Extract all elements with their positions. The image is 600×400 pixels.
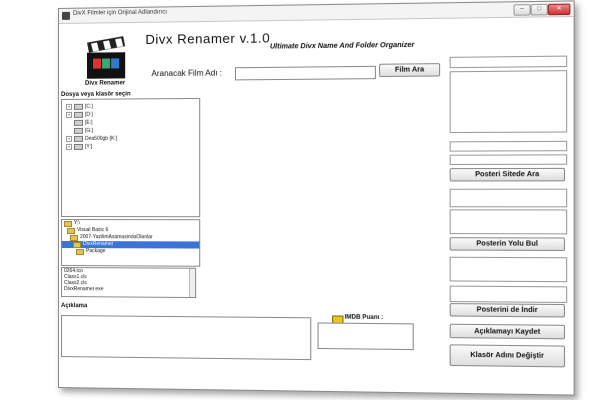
title-bar[interactable]: DivX Filmler için Orijinal Adlandırıcı –…: [58, 1, 574, 24]
window-title: DivX Filmler için Orijinal Adlandırıcı: [72, 9, 168, 17]
find-poster-path-button[interactable]: Posterin Yolu Bul: [449, 237, 566, 252]
right-input-3[interactable]: [449, 154, 568, 166]
folder-open-icon: [66, 227, 75, 234]
folder-label: Y:\: [73, 220, 80, 227]
close-button[interactable]: ✕: [547, 3, 571, 16]
film-clapper-logo-icon: [86, 36, 125, 79]
folder-label: Visual Basic 6: [76, 227, 109, 234]
drive-item[interactable]: + [Y:]: [65, 142, 199, 151]
search-movie-button[interactable]: Film Ara: [379, 63, 441, 78]
poster-url-box[interactable]: [449, 188, 568, 208]
search-poster-button[interactable]: Posteri Sitede Ara: [449, 167, 566, 182]
drive-label: [D:]: [84, 111, 93, 118]
file-list-scrollbar[interactable]: [189, 268, 196, 298]
maximize-button[interactable]: □: [530, 3, 548, 16]
file-list[interactable]: 0264.ico Class1.cls Class2.cls DivxRenam…: [60, 267, 197, 299]
drive-label: [C:]: [84, 103, 93, 110]
poster-file-box[interactable]: [449, 256, 568, 283]
rename-folder-button[interactable]: Klasör Adını Değiştir: [449, 344, 566, 368]
minimize-button[interactable]: –: [513, 4, 531, 16]
removable-drive-icon: [73, 127, 83, 134]
drive-icon: [73, 135, 83, 142]
expand-icon[interactable]: +: [65, 135, 72, 142]
description-textarea[interactable]: [60, 315, 312, 361]
description-label: Açıklama: [60, 303, 88, 310]
drive-label: [Y:]: [84, 143, 93, 150]
folder-item[interactable]: Package: [62, 248, 199, 256]
drive-label: [G:]: [84, 127, 94, 134]
right-input-2[interactable]: [449, 140, 568, 152]
movie-search-input[interactable]: [234, 65, 376, 81]
app-title: Divx Renamer v.1.0: [145, 30, 271, 47]
expand-icon[interactable]: +: [65, 143, 72, 150]
download-status-box[interactable]: [449, 285, 568, 303]
imdb-rating-box[interactable]: [317, 322, 414, 351]
poster-path-box[interactable]: [449, 209, 568, 235]
drive-label: [E:]: [84, 119, 93, 126]
imdb-rating-label: IMDB Puanı :: [344, 314, 384, 322]
drive-tree-label: Dosya veya klasör seçin: [60, 91, 131, 98]
drive-icon: [73, 111, 83, 118]
info-textbox[interactable]: [449, 70, 568, 134]
drive-label: Dea500gb [K:]: [84, 135, 118, 142]
folder-label: Package: [85, 248, 106, 255]
folder-open-icon: [69, 234, 78, 241]
save-description-button[interactable]: Açıklamayı Kaydet: [449, 323, 566, 340]
logo-caption: Divx Renamer: [84, 80, 126, 87]
file-item[interactable]: DivxRenamer.exe: [62, 286, 195, 293]
folder-list[interactable]: Y:\ Visual Basic 6 2007-YazilimAsamasind…: [60, 219, 201, 267]
app-window: DivX Filmler için Orijinal Adlandırıcı –…: [58, 0, 575, 396]
expand-icon[interactable]: +: [65, 111, 72, 118]
expand-icon[interactable]: +: [65, 103, 72, 110]
network-drive-icon: [73, 143, 83, 150]
movie-search-label: Aranacak Film Adı :: [151, 68, 223, 79]
folder-open-icon: [63, 220, 72, 227]
right-input-1[interactable]: [449, 55, 568, 69]
download-poster-button[interactable]: Posterini de İndir: [449, 303, 566, 318]
drive-icon: [73, 103, 83, 110]
app-icon: [61, 11, 70, 20]
folder-icon: [75, 248, 84, 255]
folder-open-icon: [72, 241, 81, 248]
drive-tree[interactable]: + [C:] + [D:] [E:] [G:] + Dea500gb [K:] …: [60, 97, 201, 218]
removable-drive-icon: [73, 119, 83, 126]
app-subtitle: Ultimate Divx Name And Folder Organizer: [269, 41, 415, 51]
